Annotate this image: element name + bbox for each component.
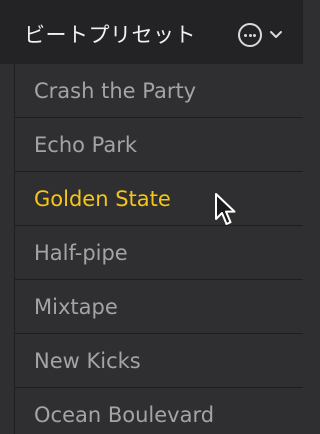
preset-label: Ocean Boulevard (34, 403, 215, 427)
preset-item-half-pipe[interactable]: Half-pipe (15, 226, 303, 280)
preset-label: Golden State (34, 187, 171, 211)
preset-item-new-kicks[interactable]: New Kicks (15, 334, 303, 388)
chevron-down-icon[interactable] (266, 25, 286, 45)
preset-label: New Kicks (34, 349, 141, 373)
preset-item-mixtape[interactable]: Mixtape (15, 280, 303, 334)
preset-item-echo-park[interactable]: Echo Park (15, 118, 303, 172)
preset-item-ocean-boulevard[interactable]: Ocean Boulevard (15, 388, 303, 434)
dot (248, 34, 252, 37)
preset-label: Echo Park (34, 133, 138, 157)
beat-presets-panel: ビートプリセット Crash the Party Echo Park Golde… (0, 0, 303, 434)
preset-list: Crash the Party Echo Park Golden State H… (14, 64, 303, 434)
preset-label: Half-pipe (34, 241, 128, 265)
panel-header: ビートプリセット (0, 0, 303, 64)
ellipsis-circle-icon[interactable] (238, 23, 262, 47)
dot (244, 34, 247, 37)
panel-title: ビートプリセット (24, 23, 196, 47)
preset-label: Mixtape (34, 295, 118, 319)
arrow-cursor-icon (215, 193, 236, 225)
dot (253, 34, 256, 37)
preset-item-golden-state[interactable]: Golden State (15, 172, 303, 226)
preset-item-crash-the-party[interactable]: Crash the Party (15, 64, 303, 118)
preset-label: Crash the Party (34, 79, 197, 103)
